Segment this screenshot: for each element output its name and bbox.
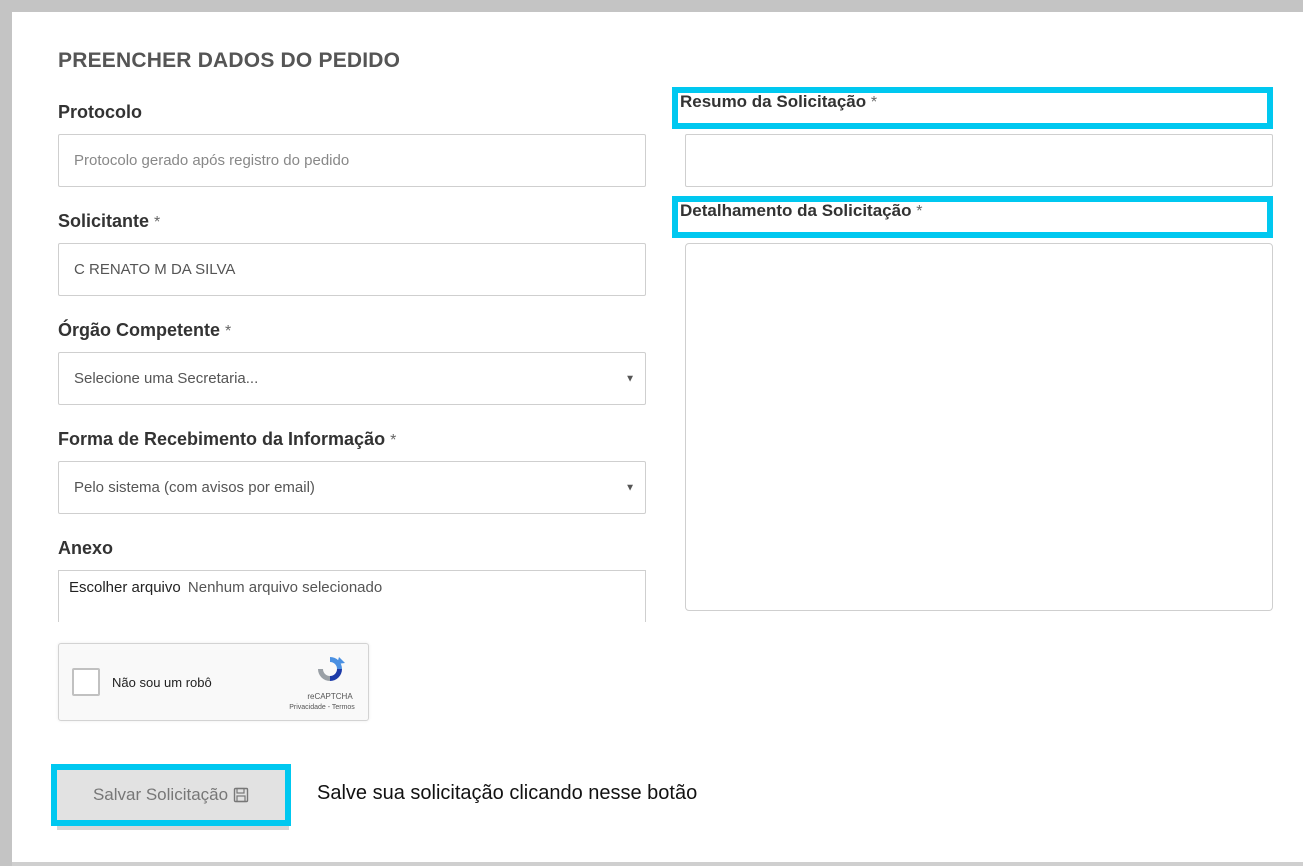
recaptcha-label: Não sou um robô — [112, 675, 212, 690]
page-title: PREENCHER DADOS DO PEDIDO — [58, 49, 401, 72]
required-mark: * — [390, 432, 397, 449]
required-mark: * — [916, 203, 923, 220]
choose-file-button[interactable]: Escolher arquivo — [69, 579, 181, 596]
required-mark: * — [225, 323, 232, 340]
file-status: Nenhum arquivo selecionado — [187, 579, 383, 596]
forma-select[interactable]: Pelo sistema (com avisos por email) ▼ — [58, 461, 646, 514]
forma-label: Forma de Recebimento da Informação * — [58, 429, 397, 449]
protocolo-input[interactable]: Protocolo gerado após registro do pedido — [58, 134, 646, 187]
solicitante-input[interactable]: C RENATO M DA SILVA — [58, 243, 646, 296]
save-button-label: Salvar Solicitação — [92, 785, 229, 804]
resumo-input[interactable] — [685, 134, 1273, 187]
save-button-shadow — [57, 826, 289, 830]
protocolo-label: Protocolo — [58, 102, 142, 122]
window-frame-bottom — [12, 862, 1303, 866]
required-mark: * — [154, 214, 161, 231]
detalhamento-textarea[interactable] — [685, 243, 1273, 611]
required-mark: * — [870, 94, 878, 111]
chevron-down-icon: ▼ — [625, 482, 635, 493]
window-frame-left — [0, 0, 12, 866]
file-input[interactable]: Escolher arquivo Nenhum arquivo selecion… — [58, 570, 646, 622]
save-button-highlight: Salvar Solicitação — [51, 764, 291, 826]
recaptcha-brand: reCAPTCHA — [307, 692, 353, 701]
resumo-label: Resumo da Solicitação * — [680, 92, 878, 112]
detalhamento-label-highlight: Detalhamento da Solicitação * — [672, 196, 1273, 238]
save-button[interactable]: Salvar Solicitação — [57, 770, 285, 820]
save-hint: Salve sua solicitação clicando nesse bot… — [317, 782, 698, 804]
anexo-label: Anexo — [58, 538, 114, 558]
orgao-label: Órgão Competente * — [58, 320, 232, 340]
floppy-disk-icon — [233, 787, 249, 803]
orgao-selected-value: Selecione uma Secretaria... — [74, 370, 259, 387]
recaptcha-checkbox[interactable] — [72, 668, 100, 696]
forma-selected-value: Pelo sistema (com avisos por email) — [74, 479, 315, 496]
recaptcha-widget: Não sou um robô reCAPTCHA Privacidade - … — [58, 643, 369, 721]
orgao-select[interactable]: Selecione uma Secretaria... ▼ — [58, 352, 646, 405]
resumo-label-highlight: Resumo da Solicitação * — [672, 87, 1273, 129]
solicitante-label: Solicitante * — [58, 211, 161, 231]
chevron-down-icon: ▼ — [625, 373, 635, 384]
recaptcha-icon — [318, 657, 345, 681]
window-frame-top — [0, 0, 1303, 12]
recaptcha-legal-links[interactable]: Privacidade - Termos — [277, 704, 367, 711]
detalhamento-label: Detalhamento da Solicitação * — [680, 201, 923, 221]
